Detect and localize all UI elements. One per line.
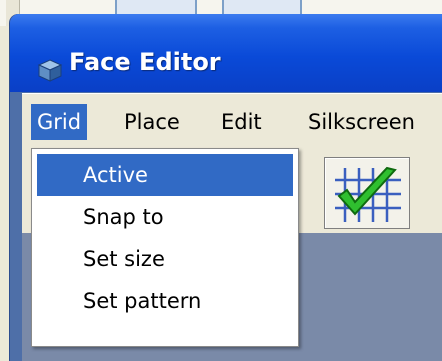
grid-dropdown-menu: Active Snap to Set size Set pattern	[31, 148, 299, 347]
grid-active-check-icon	[335, 166, 401, 222]
menu-item-snap-to[interactable]: Snap to	[37, 196, 293, 238]
grid-active-button[interactable]	[324, 157, 410, 229]
window-titlebar[interactable]: Face Editor	[10, 14, 442, 92]
window-title: Face Editor	[69, 48, 221, 76]
menu-bar: Grid Place Edit Silkscreen	[22, 93, 442, 150]
menu-edit[interactable]: Edit	[215, 104, 268, 140]
menu-grid[interactable]: Grid	[31, 104, 88, 140]
screen: Face Editor Grid Place Edit Silkscreen ×	[0, 0, 442, 361]
menu-place[interactable]: Place	[118, 104, 186, 140]
menu-item-set-pattern[interactable]: Set pattern	[37, 280, 293, 322]
cube-app-icon[interactable]	[37, 58, 63, 82]
menu-item-set-size[interactable]: Set size	[37, 238, 293, 280]
menu-item-active[interactable]: Active	[37, 154, 293, 196]
menu-silkscreen[interactable]: Silkscreen	[302, 104, 421, 140]
